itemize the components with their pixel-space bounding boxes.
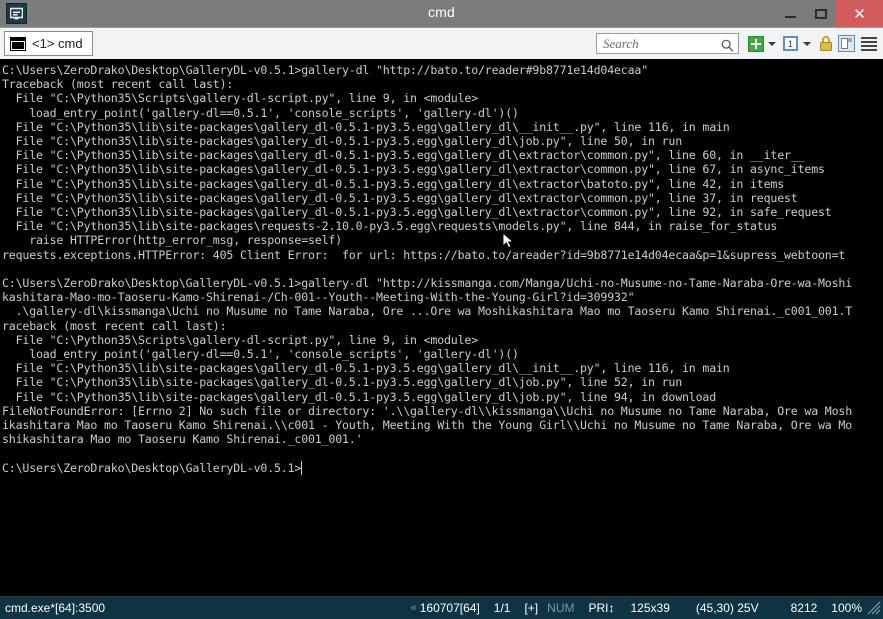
title-bar[interactable]: cmd ✕: [0, 0, 883, 27]
chevron-down-icon: [802, 41, 811, 46]
status-cursor-position[interactable]: (45,30) 25V: [696, 601, 791, 615]
status-insert-mode[interactable]: [+]: [524, 601, 547, 615]
split-panes-icon: [838, 35, 855, 52]
status-right-group: « 160707[64] 1/1 [+] NUM PRI↕ 125x39 (45…: [411, 597, 883, 619]
active-console-button[interactable]: 1: [781, 34, 800, 53]
status-version-marker: «: [410, 602, 417, 614]
window-1-icon: 1: [783, 36, 798, 51]
status-tab-index[interactable]: 1/1: [494, 601, 525, 615]
status-num-lock[interactable]: NUM: [547, 601, 588, 615]
green-plus-icon: [747, 35, 764, 52]
close-button[interactable]: ✕: [836, 0, 883, 27]
main-menu-button[interactable]: [858, 34, 877, 53]
status-priority[interactable]: PRI↕: [588, 601, 630, 615]
status-build[interactable]: 160707[64]: [420, 601, 494, 615]
lock-icon: [819, 36, 833, 51]
status-zoom[interactable]: 100%: [831, 601, 862, 615]
conemu-window: cmd ✕ <1> cmd Search 1 C:\Users\ZeroDrak…: [0, 0, 883, 619]
console-output-area[interactable]: C:\Users\ZeroDrako\Desktop\GalleryDL-v0.…: [0, 59, 883, 596]
search-box[interactable]: Search: [596, 33, 739, 54]
status-process: cmd.exe*[64]:3500: [5, 601, 106, 615]
tab-toolbar: Search 1: [596, 31, 879, 56]
window-controls: ✕: [774, 0, 883, 27]
resize-grip-icon[interactable]: [866, 600, 882, 616]
window-title: cmd: [427, 4, 456, 20]
chevron-down-icon: [767, 41, 776, 46]
status-bar: cmd.exe*[64]:3500 « 160707[64] 1/1 [+] N…: [0, 596, 883, 619]
new-console-dropdown[interactable]: [767, 34, 776, 53]
console-text: C:\Users\ZeroDrako\Desktop\GalleryDL-v0.…: [2, 63, 853, 475]
status-console-size[interactable]: 125x39: [631, 601, 696, 615]
hamburger-menu-icon: [861, 36, 877, 51]
new-console-button[interactable]: [746, 34, 765, 53]
minimize-icon: [784, 15, 796, 18]
console-caret: [301, 460, 303, 475]
status-scroll-buffer[interactable]: 8212: [791, 601, 832, 615]
split-panes-button[interactable]: [837, 34, 856, 53]
search-input[interactable]: Search: [603, 36, 721, 52]
maximize-icon: [815, 8, 827, 19]
tab-bar: <1> cmd Search 1: [0, 27, 883, 59]
lock-button[interactable]: [816, 34, 835, 53]
tab-label: <1> cmd: [32, 36, 83, 51]
search-icon[interactable]: [721, 37, 734, 52]
tab-cmd-1[interactable]: <1> cmd: [4, 31, 93, 56]
console-window-icon: [10, 36, 26, 51]
maximize-button[interactable]: [806, 0, 836, 27]
minimize-button[interactable]: [774, 0, 806, 27]
active-console-dropdown[interactable]: [802, 34, 811, 53]
